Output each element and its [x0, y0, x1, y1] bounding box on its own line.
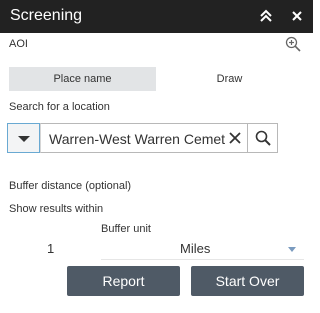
buffer-unit-label: Buffer unit: [101, 223, 151, 235]
search-input[interactable]: Warren-West Warren Cemetery, West Warren…: [40, 123, 248, 153]
search-input-value: Warren-West Warren Cemetery, West Warren…: [49, 131, 225, 147]
search-source-dropdown[interactable]: [7, 123, 40, 153]
start-over-button[interactable]: Start Over: [191, 266, 304, 296]
double-chevron-up-icon: [260, 9, 272, 22]
tab-place-name[interactable]: Place name: [9, 67, 156, 91]
zoom-in-icon: [285, 36, 301, 52]
buffer-unit-select[interactable]: Miles: [101, 238, 304, 260]
aoi-row: AOI: [0, 33, 313, 57]
aoi-label: AOI: [9, 38, 28, 50]
buffer-distance-input[interactable]: 1: [9, 238, 99, 260]
report-button[interactable]: Report: [67, 266, 180, 296]
search-label: Search for a location: [9, 101, 110, 113]
close-button[interactable]: [290, 9, 304, 23]
clear-search-button[interactable]: [228, 131, 242, 145]
search-icon: [255, 130, 271, 146]
buffer-distance-label: Buffer distance (optional): [9, 180, 132, 192]
panel-header: Screening: [0, 0, 313, 33]
buffer-distance-value: 1: [47, 241, 55, 256]
search-button[interactable]: [248, 123, 278, 153]
caret-down-icon: [18, 136, 30, 142]
caret-down-icon: [288, 247, 296, 252]
tab-draw[interactable]: Draw: [156, 67, 303, 91]
collapse-button[interactable]: [259, 9, 273, 23]
clear-icon: [229, 132, 241, 144]
panel-title: Screening: [10, 7, 83, 24]
close-icon: [292, 11, 302, 21]
show-results-label: Show results within: [9, 203, 104, 215]
zoom-to-aoi-button[interactable]: [285, 36, 301, 52]
buffer-unit-value: Miles: [180, 241, 211, 256]
mode-tabs: Place name Draw: [9, 67, 303, 91]
